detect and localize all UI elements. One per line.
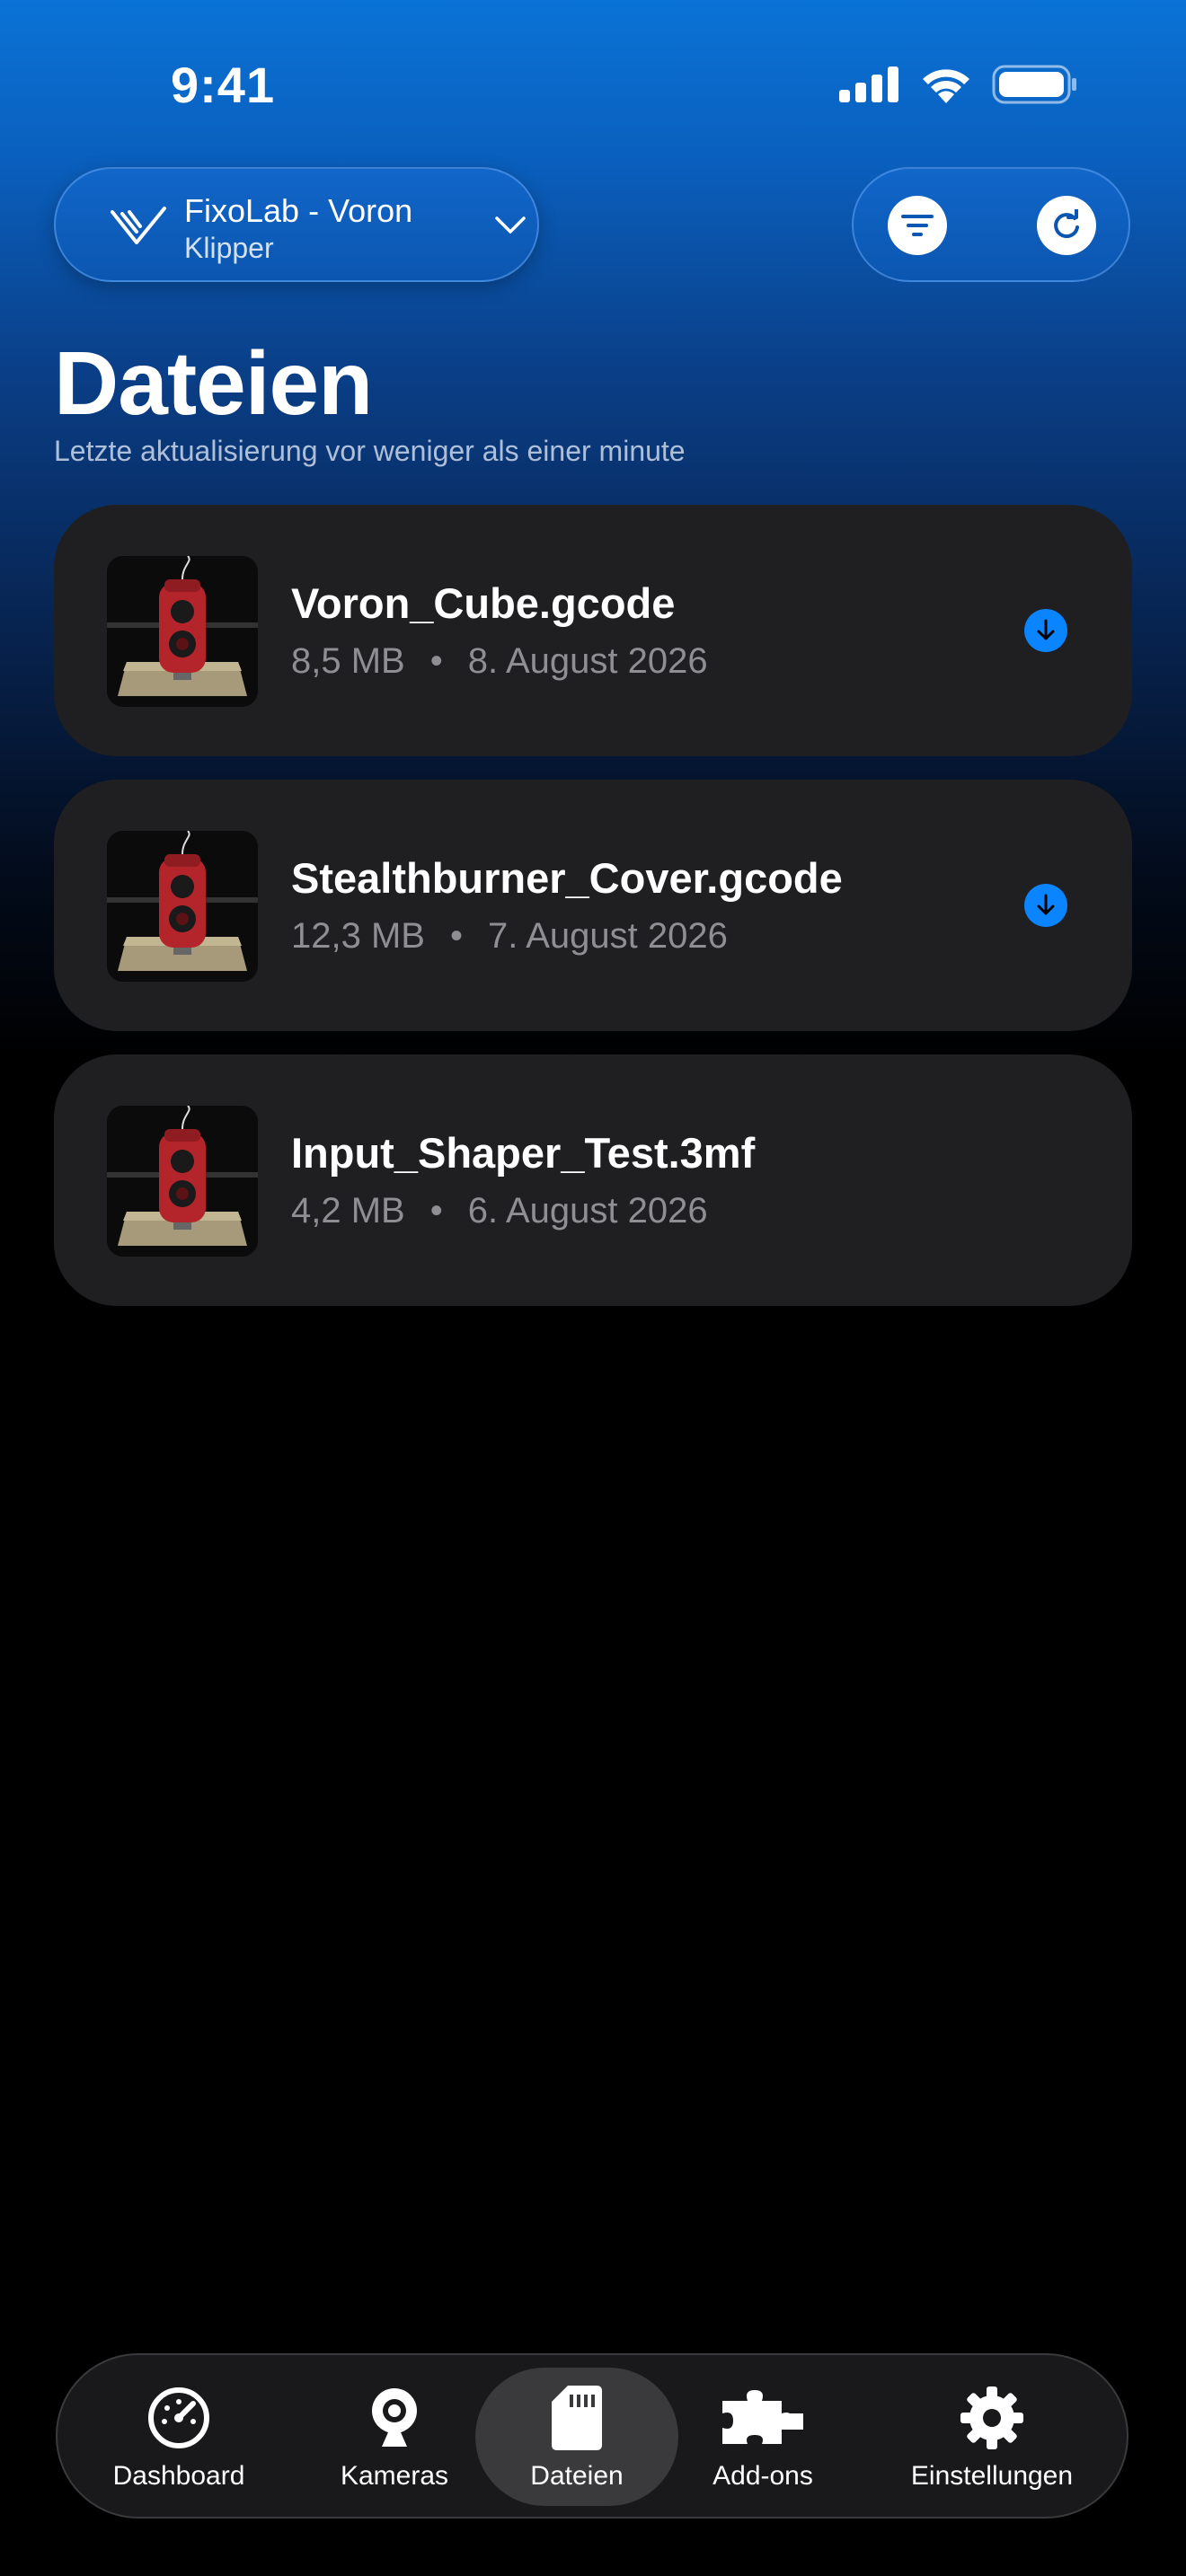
files-screen: 9:41 FixoLab - Voron Klipper Dateien Let…: [0, 0, 1186, 2576]
chevron-down-icon: [495, 216, 526, 234]
file-meta: 8,5 MB • 8. August 2026: [291, 641, 708, 682]
speedometer-icon: [148, 2387, 209, 2448]
webcam-icon: [372, 2388, 417, 2447]
file-name: Input_Shaper_Test.3mf: [291, 1129, 756, 1177]
file-thumbnail: [107, 831, 258, 982]
battery-icon: [992, 65, 1076, 104]
cellular-signal-icon: [839, 66, 898, 102]
download-button[interactable]: [1024, 609, 1067, 652]
status-time: 9:41: [171, 57, 276, 113]
filter-icon: [901, 215, 934, 236]
gear-icon: [960, 2386, 1023, 2449]
tab-add-ons[interactable]: Add-ons: [677, 2368, 848, 2506]
refresh-button[interactable]: [1037, 196, 1096, 255]
sd-card-icon: [552, 2386, 602, 2450]
tab-label: Kameras: [340, 2461, 449, 2491]
meta-separator: •: [429, 1191, 443, 1231]
tab-dateien[interactable]: Dateien: [475, 2368, 678, 2506]
arrow-down-icon: [1037, 619, 1055, 640]
page-title: Dateien: [54, 333, 373, 434]
file-list: Voron_Cube.gcode 8,5 MB • 8. August 2026: [54, 505, 1132, 1329]
file-item[interactable]: Stealthburner_Cover.gcode 12,3 MB • 7. Aug…: [54, 780, 1132, 1031]
file-thumbnail: [107, 1106, 258, 1257]
file-item[interactable]: Input_Shaper_Test.3mf 4,2 MB • 6. August 2…: [54, 1054, 1132, 1306]
file-meta: 4,2 MB • 6. August 2026: [291, 1191, 708, 1231]
file-meta: 12,3 MB • 7. August 2026: [291, 916, 728, 957]
file-date: 6. August 2026: [467, 1191, 708, 1231]
file-date: 7. August 2026: [487, 916, 728, 956]
printer-firmware: Klipper: [184, 232, 274, 264]
last-updated-text: Letzte aktualisierung vor weniger als ei…: [54, 435, 686, 467]
status-icons: [839, 65, 1078, 104]
file-size: 12,3 MB: [291, 916, 425, 956]
file-name: Voron_Cube.gcode: [291, 579, 676, 627]
filter-button[interactable]: [888, 196, 947, 255]
tab-bar: Dashboard Kameras Dateien Add-ons Einste…: [56, 2353, 1128, 2519]
refresh-icon: [1054, 209, 1079, 239]
tab-label: Add-ons: [712, 2461, 813, 2491]
tab-label: Dashboard: [112, 2461, 245, 2491]
puzzle-piece-icon: [722, 2390, 803, 2444]
file-item[interactable]: Voron_Cube.gcode 8,5 MB • 8. August 2026: [54, 505, 1132, 756]
file-name: Stealthburner_Cover.gcode: [291, 854, 843, 902]
tab-kameras[interactable]: Kameras: [309, 2368, 480, 2506]
printer-selector[interactable]: FixoLab - Voron Klipper: [54, 167, 539, 282]
tab-einstellungen[interactable]: Einstellungen: [884, 2368, 1100, 2506]
tab-label: Einstellungen: [910, 2461, 1074, 2491]
voron-logo-icon: [111, 207, 166, 244]
printer-name: FixoLab - Voron: [184, 192, 413, 229]
download-button[interactable]: [1024, 884, 1067, 927]
tab-label: Dateien: [530, 2461, 624, 2491]
arrow-down-icon: [1037, 894, 1055, 915]
file-size: 4,2 MB: [291, 1191, 405, 1231]
file-date: 8. August 2026: [467, 641, 708, 681]
wifi-icon: [923, 69, 969, 103]
meta-separator: •: [429, 641, 443, 681]
file-size: 8,5 MB: [291, 641, 405, 681]
file-thumbnail: [107, 556, 258, 707]
meta-separator: •: [449, 916, 463, 956]
header-actions: [852, 167, 1130, 282]
tab-dashboard[interactable]: Dashboard: [93, 2368, 264, 2506]
status-bar: 9:41: [0, 0, 1186, 171]
